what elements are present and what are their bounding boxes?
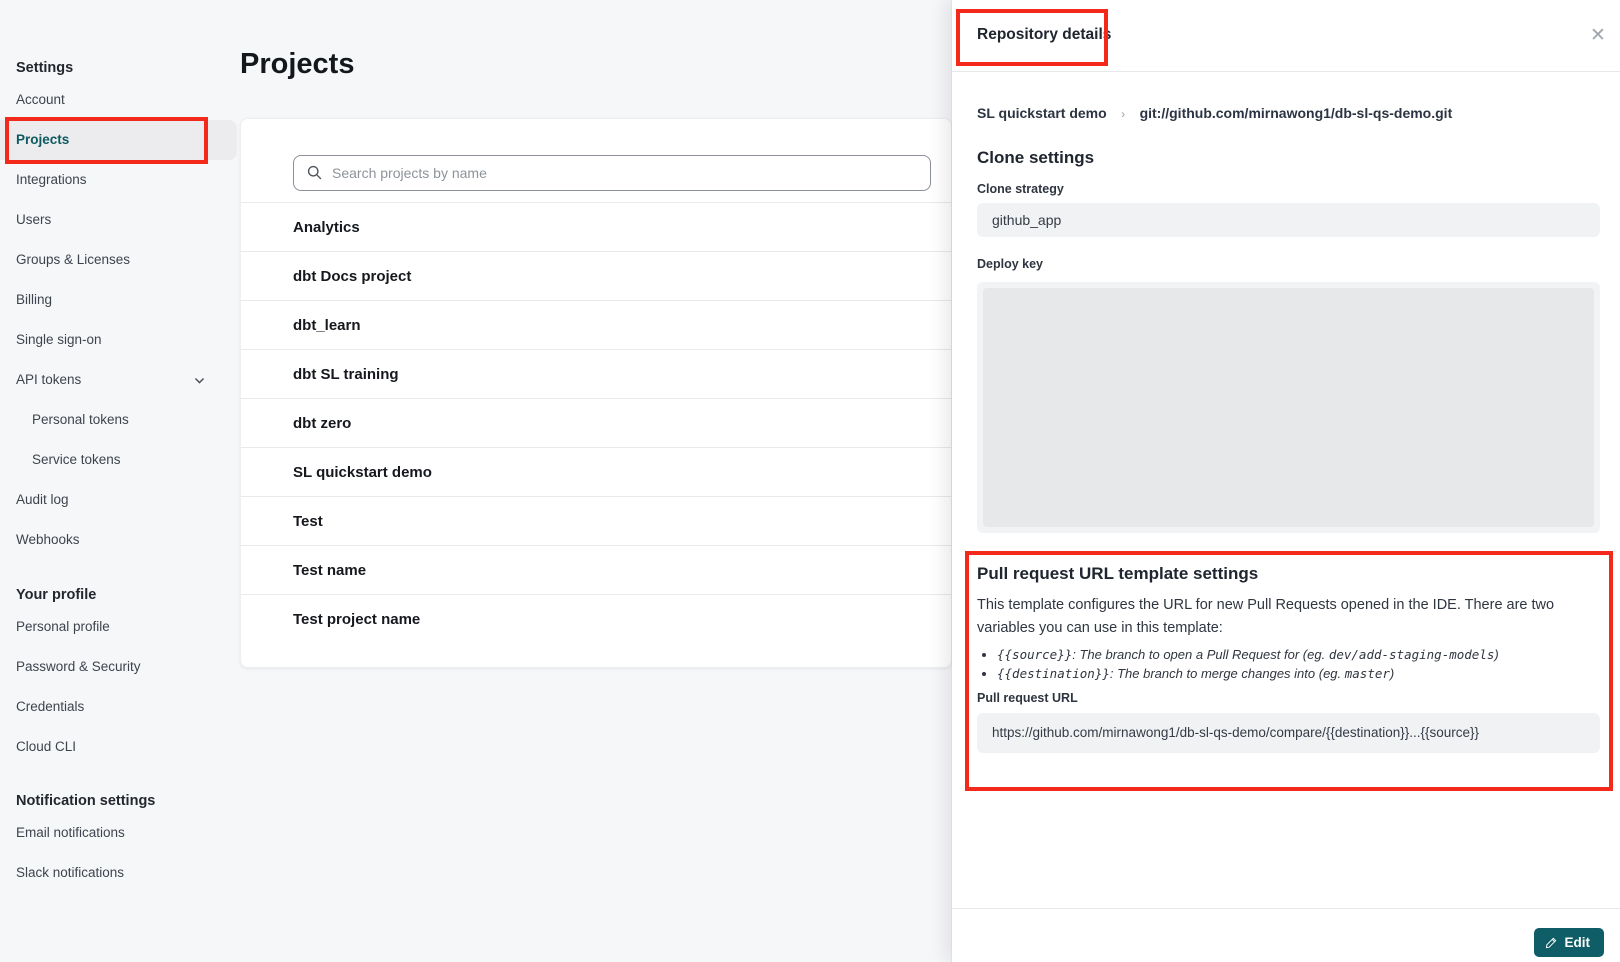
source-variable-example: dev/add-staging-models (1329, 647, 1495, 662)
sidebar-item-account[interactable]: Account (0, 80, 240, 120)
project-row-dbt-sl-training[interactable]: dbt SL training (241, 349, 951, 398)
pull-request-url-value: https://github.com/mirnawong1/db-sl-qs-d… (977, 713, 1600, 753)
project-row-analytics[interactable]: Analytics (241, 202, 951, 251)
project-row-test-name[interactable]: Test name (241, 545, 951, 594)
sidebar-item-slack-notifications[interactable]: Slack notifications (0, 853, 240, 893)
chevron-down-icon (193, 374, 206, 387)
breadcrumb-project-link[interactable]: SL quickstart demo (977, 105, 1107, 121)
panel-footer: Edit (952, 908, 1620, 962)
sidebar-item-projects[interactable]: Projects (0, 120, 237, 160)
destination-variable-suffix: ) (1390, 666, 1394, 681)
projects-card: Analytics dbt Docs project dbt_learn dbt… (240, 118, 952, 668)
source-variable-suffix: ) (1494, 647, 1498, 662)
sidebar-heading-settings: Settings (0, 56, 240, 80)
edit-button-label: Edit (1565, 935, 1591, 950)
sidebar-item-personal-profile[interactable]: Personal profile (0, 607, 240, 647)
sidebar-item-users[interactable]: Users (0, 200, 240, 240)
pr-variable-destination: {{destination}}: The branch to merge cha… (997, 664, 1600, 683)
project-row-dbt-docs-project[interactable]: dbt Docs project (241, 251, 951, 300)
settings-sidebar: Settings Account Projects Integrations U… (0, 0, 240, 962)
sidebar-item-integrations[interactable]: Integrations (0, 160, 240, 200)
close-icon[interactable]: ✕ (1584, 22, 1612, 50)
deploy-key-field (977, 282, 1600, 533)
pull-request-url-label: Pull request URL (977, 691, 1600, 706)
sidebar-item-personal-tokens[interactable]: Personal tokens (0, 400, 240, 440)
source-variable-desc: : The branch to open a Pull Request for … (1072, 647, 1329, 662)
pull-request-url-section: Pull request URL template settings This … (977, 563, 1600, 753)
repository-details-panel: Repository details ✕ SL quickstart demo … (952, 0, 1620, 962)
page-title: Projects (240, 48, 354, 81)
destination-variable-desc: : The branch to merge changes into (eg. (1110, 666, 1345, 681)
edit-button[interactable]: Edit (1534, 928, 1605, 957)
project-row-dbt-zero[interactable]: dbt zero (241, 398, 951, 447)
destination-variable-example: master (1345, 666, 1390, 681)
sidebar-item-email-notifications[interactable]: Email notifications (0, 813, 240, 853)
project-row-sl-quickstart-demo[interactable]: SL quickstart demo (241, 447, 951, 496)
sidebar-item-label: API tokens (16, 372, 81, 387)
deploy-key-label: Deploy key (977, 257, 1600, 272)
panel-title: Repository details (977, 26, 1111, 44)
clone-settings-heading: Clone settings (977, 147, 1600, 169)
sidebar-item-service-tokens[interactable]: Service tokens (0, 440, 240, 480)
project-row-dbt-learn[interactable]: dbt_learn (241, 300, 951, 349)
project-row-test-project-name[interactable]: Test project name (241, 594, 951, 643)
search-icon (306, 164, 323, 181)
breadcrumb-separator-icon: › (1121, 107, 1125, 121)
sidebar-item-webhooks[interactable]: Webhooks (0, 520, 240, 560)
sidebar-item-password-security[interactable]: Password & Security (0, 647, 240, 687)
sidebar-item-cloud-cli[interactable]: Cloud CLI (0, 727, 240, 767)
sidebar-item-billing[interactable]: Billing (0, 280, 240, 320)
sidebar-item-groups-licenses[interactable]: Groups & Licenses (0, 240, 240, 280)
breadcrumb: SL quickstart demo › git://github.com/mi… (977, 104, 1600, 122)
deploy-key-value (983, 288, 1594, 527)
search-input[interactable] (293, 155, 931, 191)
projects-list: Analytics dbt Docs project dbt_learn dbt… (241, 202, 951, 643)
source-variable-code: {{source}} (997, 647, 1072, 662)
sidebar-item-single-sign-on[interactable]: Single sign-on (0, 320, 240, 360)
sidebar-item-audit-log[interactable]: Audit log (0, 480, 240, 520)
sidebar-item-api-tokens[interactable]: API tokens (0, 360, 240, 400)
pencil-icon (1545, 936, 1558, 949)
pr-variable-source: {{source}}: The branch to open a Pull Re… (997, 645, 1600, 664)
project-row-test[interactable]: Test (241, 496, 951, 545)
destination-variable-code: {{destination}} (997, 666, 1110, 681)
pr-template-settings-heading: Pull request URL template settings (977, 563, 1600, 585)
panel-header: Repository details ✕ (952, 0, 1620, 72)
sidebar-heading-notification-settings: Notification settings (0, 789, 240, 813)
sidebar-item-credentials[interactable]: Credentials (0, 687, 240, 727)
sidebar-heading-your-profile: Your profile (0, 583, 240, 607)
clone-strategy-label: Clone strategy (977, 182, 1600, 197)
panel-body: SL quickstart demo › git://github.com/mi… (952, 104, 1620, 753)
clone-strategy-value: github_app (977, 203, 1600, 237)
search-box (293, 155, 931, 191)
breadcrumb-repo-url: git://github.com/mirnawong1/db-sl-qs-dem… (1140, 105, 1453, 121)
pr-template-description: This template configures the URL for new… (977, 594, 1577, 640)
pr-template-variables-list: {{source}}: The branch to open a Pull Re… (977, 645, 1600, 683)
